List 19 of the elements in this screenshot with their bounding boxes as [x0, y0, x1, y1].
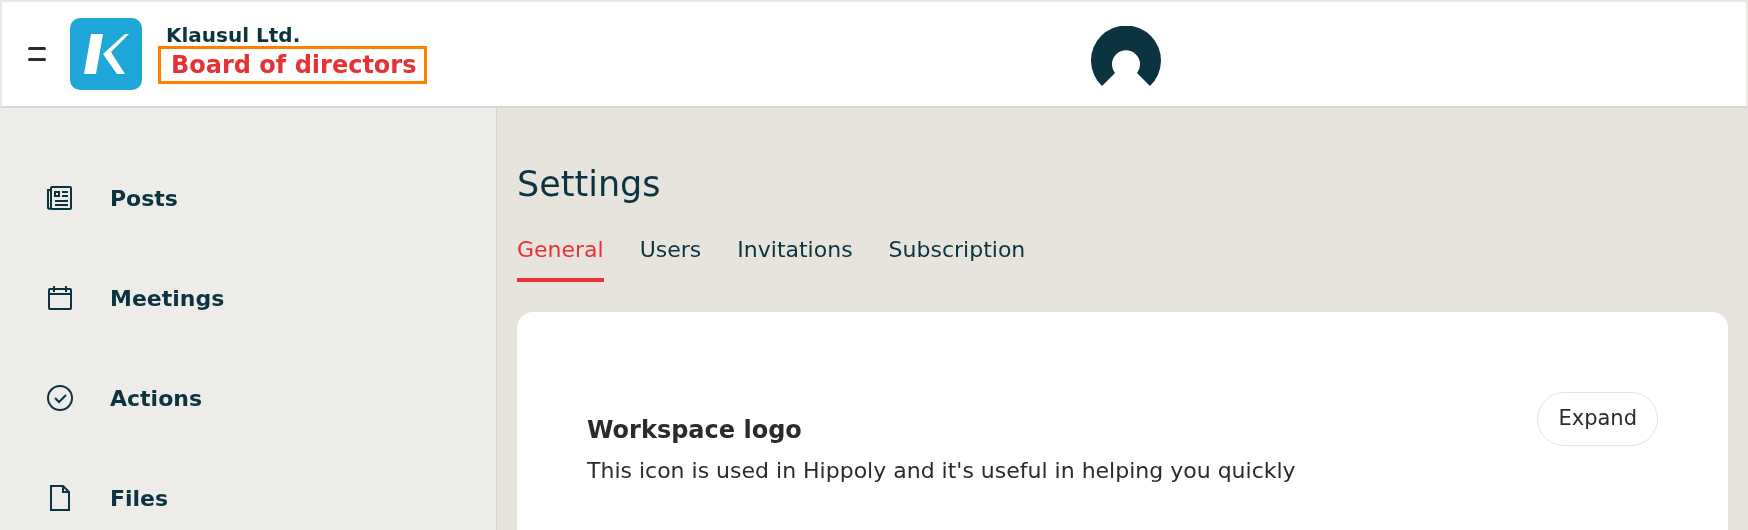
sidebar-item[interactable]: Files: [0, 448, 496, 530]
sidebar-item[interactable]: Actions: [0, 348, 496, 448]
page-title: Settings: [517, 163, 662, 205]
app-logo: [70, 18, 142, 90]
menu-icon[interactable]: [28, 47, 46, 61]
sidebar-item[interactable]: Posts: [0, 148, 496, 248]
tab[interactable]: Invitations: [737, 225, 853, 282]
news-icon: [46, 184, 74, 212]
check-circle-icon: [46, 384, 74, 412]
sidebar-item[interactable]: Meetings: [0, 248, 496, 348]
company-name: Klausul Ltd.: [166, 23, 301, 46]
section-title: Workspace logo: [587, 415, 803, 446]
tab[interactable]: Subscription: [888, 225, 1026, 282]
expand-button[interactable]: Expand: [1537, 392, 1658, 446]
tab[interactable]: Users: [639, 225, 702, 282]
workspace-name[interactable]: Board of directors: [158, 45, 428, 85]
avatar-icon[interactable]: [1090, 26, 1162, 88]
calendar-icon: [46, 284, 74, 312]
section-description: This icon is used in Hippoly and it's useful in helping you quickly: [587, 457, 1296, 485]
